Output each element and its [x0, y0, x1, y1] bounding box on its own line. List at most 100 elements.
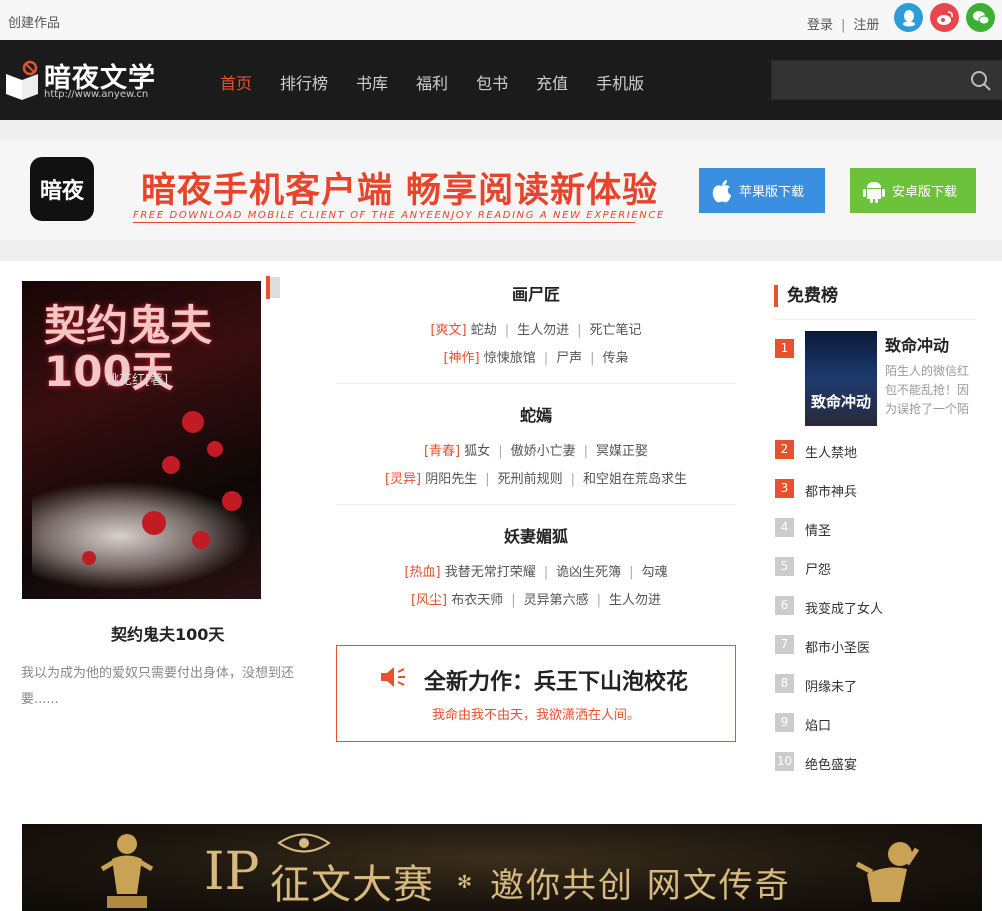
ranking-item[interactable]: 10 绝色盛宴 [774, 752, 976, 791]
recommend-group: 画尸匠 [爽文] 蛇劫 | 生人勿进 | 死亡笔记 [神作] 惊悚旅馆 | 尸声 | 传枭 [336, 281, 736, 383]
featured-book-title[interactable]: 契约鬼夫100天 [22, 621, 312, 645]
book-link[interactable]: 尸声 [556, 351, 582, 366]
wechat-login-icon[interactable] [966, 3, 995, 32]
ranking-item[interactable]: 4 情圣 [774, 518, 976, 557]
genre-tag[interactable]: [神作] [443, 351, 479, 366]
android-download-label: 安卓版下载 [892, 185, 958, 200]
trophy-figure-icon [855, 842, 920, 902]
ranking-item[interactable]: 2 生人禁地 [774, 440, 976, 479]
rank-top-title: 致命冲动 [885, 336, 950, 355]
promo-box[interactable]: 全新力作：兵王下山泡校花 我命由我不由天，我欲潇洒在人间。 [336, 645, 736, 742]
recommend-group: 蛇嫣 [青春] 狐女 | 傲娇小亡妻 | 冥媒正娶 [灵异] 阴阳先生 | 死刑前规则 | 和空… [336, 383, 736, 504]
book-link[interactable]: 和空姐在荒岛求生 [583, 472, 687, 487]
cover-flower [82, 551, 96, 565]
book-link[interactable]: 传枭 [603, 351, 629, 366]
recommend-group: 妖妻媚狐 [热血] 我替无常打荣耀 | 诡凶生死簿 | 勾魂 [风尘] 布衣天师 | 灵异第… [336, 504, 736, 625]
ranking-item[interactable]: 9 焰口 [774, 713, 976, 752]
ranking-title: 免费榜 [774, 285, 976, 307]
book-logo-icon [6, 60, 38, 100]
ranking-item[interactable]: 8 阴缘未了 [774, 674, 976, 713]
group-title[interactable]: 蛇嫣 [520, 406, 552, 425]
ip-contest-title: 征文大赛 [270, 862, 434, 908]
book-link[interactable]: 傲娇小亡妻 [511, 444, 576, 459]
nav-package[interactable]: 包书 [476, 70, 508, 94]
book-link[interactable]: 生人勿进 [517, 323, 569, 338]
book-link[interactable]: 蛇劫 [471, 323, 497, 338]
book-link[interactable]: 诡凶生死簿 [556, 565, 621, 580]
cover-author: 桃花红[著] [106, 373, 169, 388]
book-link[interactable]: 布衣天师 [451, 593, 503, 608]
genre-tag[interactable]: [热血] [404, 565, 440, 580]
rank-number: 6 [775, 596, 794, 615]
ranking-item[interactable]: 3 都市神兵 [774, 479, 976, 518]
qq-login-icon[interactable] [894, 3, 923, 32]
apple-icon [712, 179, 731, 202]
nav-home[interactable]: 首页 [220, 70, 252, 94]
group-line: [青春] 狐女 | 傲娇小亡妻 | 冥媒正娶 [423, 444, 649, 459]
book-link[interactable]: 生人勿进 [609, 593, 661, 608]
group-line: [热血] 我替无常打荣耀 | 诡凶生死簿 | 勾魂 [404, 565, 668, 580]
ranking-item[interactable]: 5 尸怨 [774, 557, 976, 596]
genre-tag[interactable]: [爽文] [430, 323, 466, 338]
group-line: [灵异] 阴阳先生 | 死刑前规则 | 和空姐在荒岛求生 [384, 472, 688, 487]
cover-figure [32, 481, 252, 591]
ranking-item[interactable]: 7 都市小圣医 [774, 635, 976, 674]
site-logo[interactable]: 暗夜文学 http://www.anyew.cn [4, 56, 169, 106]
rank-title: 焰口 [805, 719, 832, 734]
nav-ranking[interactable]: 排行榜 [280, 70, 328, 94]
search-icon[interactable] [969, 69, 993, 93]
ranking-divider [774, 319, 976, 320]
site-header: 暗夜文学 http://www.anyew.cn 首页 排行榜 书库 福利 包书… [0, 40, 1002, 120]
nav-welfare[interactable]: 福利 [416, 70, 448, 94]
group-line: [风尘] 布衣天师 | 灵异第六感 | 生人勿进 [410, 593, 662, 608]
rank-number: 8 [775, 674, 794, 693]
ranking-item[interactable]: 6 我变成了女人 [774, 596, 976, 635]
create-work-link[interactable]: 创建作品 [8, 12, 60, 31]
ip-contest-banner[interactable]: IP 征文大赛 ✻ 邀你共创 网文传奇 [22, 824, 982, 911]
genre-tag[interactable]: [灵异] [385, 472, 421, 487]
search-box [771, 60, 1002, 100]
book-link[interactable]: 狐女 [464, 444, 490, 459]
book-link[interactable]: 死刑前规则 [498, 472, 563, 487]
genre-tag[interactable]: [风尘] [411, 593, 447, 608]
featured-book-desc: 我以为成为他的爱奴只需要付出身体，没想到还要...... [21, 666, 295, 707]
nav-mobile[interactable]: 手机版 [596, 70, 644, 94]
app-logo: 暗夜 [30, 157, 94, 221]
book-link[interactable]: 冥媒正娶 [596, 444, 648, 459]
rank-number: 1 [775, 339, 794, 358]
search-input[interactable] [772, 61, 962, 99]
register-link[interactable]: 注册 [853, 18, 879, 33]
nav-library[interactable]: 书库 [356, 70, 388, 94]
rank-title: 我变成了女人 [805, 602, 884, 617]
group-title[interactable]: 妖妻媚狐 [504, 527, 568, 546]
book-link[interactable]: 勾魂 [642, 565, 668, 580]
genre-tag[interactable]: [青春] [424, 444, 460, 459]
trophy-figure-icon [100, 834, 154, 908]
rank-title: 绝色盛宴 [805, 758, 858, 773]
rank-title: 尸怨 [805, 563, 832, 578]
featured-book-cover[interactable]: 契约鬼夫100天 桃花红[著] [22, 281, 261, 599]
book-link[interactable]: 我替无常打荣耀 [445, 565, 536, 580]
weibo-login-icon[interactable] [930, 3, 959, 32]
ios-download-label: 苹果版下载 [739, 185, 805, 200]
book-link[interactable]: 惊悚旅馆 [484, 351, 536, 366]
auth-links: 登录 | 注册 [807, 14, 879, 33]
android-download-button[interactable]: 安卓版下载 [850, 168, 976, 213]
cover-flower [192, 531, 210, 549]
group-line: [爽文] 蛇劫 | 生人勿进 | 死亡笔记 [430, 323, 642, 338]
android-icon [863, 181, 885, 203]
book-link[interactable]: 灵异第六感 [524, 593, 589, 608]
main-content: 契约鬼夫100天 桃花红[著] 契约鬼夫100天 我以为成为他的爱奴只需要付出身… [0, 261, 1002, 911]
nav-recharge[interactable]: 充值 [536, 70, 568, 94]
ios-download-button[interactable]: 苹果版下载 [699, 168, 825, 213]
book-link[interactable]: 死亡笔记 [590, 323, 642, 338]
ranking-top-item[interactable]: 1 致命冲动 致命冲动 陌生人的微信红包不能乱抢！因为误抢了一个陌 [774, 331, 976, 428]
book-link[interactable]: 阴阳先生 [425, 472, 477, 487]
sparkle-icon: ✻ [457, 872, 473, 893]
rank-top-cover: 致命冲动 [805, 331, 877, 426]
group-title[interactable]: 画尸匠 [512, 285, 560, 304]
rank-number: 5 [775, 557, 794, 576]
app-download-banner: 暗夜 暗夜手机客户端 畅享阅读新体验 FREE DOWNLOAD MOBILE … [0, 140, 1002, 240]
thumbnail-6[interactable] [278, 277, 280, 298]
login-link[interactable]: 登录 [807, 18, 833, 33]
